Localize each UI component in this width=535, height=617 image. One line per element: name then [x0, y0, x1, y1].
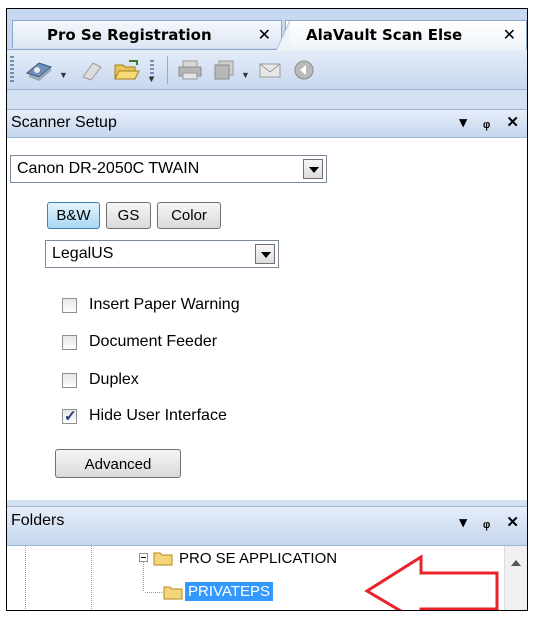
chevron-down-icon[interactable] [255, 244, 275, 264]
checkbox-label: Duplex [89, 371, 139, 388]
app-window: Pro Se Registration ✕ AlaVault Scan Else… [6, 8, 528, 611]
tab-alavault-scan-else[interactable]: AlaVault Scan Else ✕ [276, 20, 527, 50]
folder-icon [153, 552, 173, 566]
folder-item-pro-se-application[interactable]: PRO SE APPLICATION [179, 550, 337, 567]
paper-size-value: LegalUS [52, 245, 114, 262]
close-icon[interactable]: ✕ [506, 513, 519, 531]
pane-menu-icon[interactable]: ▾ [459, 513, 467, 531]
toolbar-separator [167, 56, 168, 84]
collapse-icon[interactable] [139, 553, 148, 562]
tree-line [91, 546, 92, 610]
checkbox-box[interactable] [62, 298, 77, 313]
pin-icon[interactable]: ᵩ [483, 514, 490, 531]
tree-line [145, 592, 163, 593]
pin-icon[interactable]: ᵩ [483, 114, 490, 131]
folder-item-privateps[interactable]: PRIVATEPS [185, 582, 273, 601]
scanner-select[interactable]: Canon DR-2050C TWAIN [10, 155, 327, 183]
checkbox-box[interactable]: ✓ [62, 408, 77, 425]
mode-gs-button[interactable]: GS [106, 202, 151, 229]
pane-controls: ▾ ᵩ ✕ [447, 513, 519, 531]
toolbar-overflow-icon[interactable]: ▼ [147, 74, 156, 84]
tab-close-icon[interactable]: ✕ [258, 25, 271, 44]
check-mark-icon: ✓ [64, 408, 77, 425]
folder-label: PRO SE APPLICATION [179, 550, 338, 567]
tab-label: AlaVault Scan Else [306, 26, 463, 44]
pane-controls: ▾ ᵩ ✕ [447, 113, 519, 131]
tab-label: Pro Se Registration [47, 26, 212, 44]
checkbox-label: Document Feeder [89, 333, 218, 350]
folders-header: Folders ▾ ᵩ ✕ [7, 506, 527, 546]
toolbar: ▼ ▼ ▼ [7, 50, 527, 90]
toolbar-grip[interactable] [10, 56, 14, 84]
scroll-up-icon[interactable] [511, 560, 521, 566]
checkbox-label: Hide User Interface [89, 407, 227, 424]
mail-icon[interactable] [257, 59, 283, 81]
folder-icon [163, 586, 183, 600]
mode-color-button[interactable]: Color [157, 202, 221, 229]
chevron-down-icon[interactable] [303, 159, 323, 179]
advanced-button[interactable]: Advanced [55, 449, 181, 478]
tab-strip: Pro Se Registration ✕ AlaVault Scan Else… [7, 9, 527, 50]
checkbox-box[interactable] [62, 373, 77, 388]
back-icon[interactable] [293, 59, 317, 81]
tree-line [25, 546, 26, 610]
scanner-setup-header: Scanner Setup ▾ ᵩ ✕ [7, 109, 527, 138]
close-icon[interactable]: ✕ [506, 113, 519, 131]
copy-icon[interactable] [211, 59, 237, 81]
tree-line [143, 560, 144, 592]
copy-dropdown-icon[interactable]: ▼ [241, 70, 250, 80]
eraser-icon[interactable] [79, 59, 105, 81]
open-folder-icon[interactable] [113, 59, 141, 81]
mode-bw-button[interactable]: B&W [47, 202, 100, 229]
checkbox-box[interactable] [62, 335, 77, 350]
tab-close-icon[interactable]: ✕ [503, 25, 516, 44]
scanner-select-value: Canon DR-2050C TWAIN [17, 160, 200, 177]
folder-label: PRIVATEPS [185, 582, 273, 601]
red-arrow-annotation [364, 554, 499, 610]
scanner-setup-panel: Canon DR-2050C TWAIN B&W GS Color LegalU… [7, 138, 527, 500]
pane-title: Scanner Setup [11, 114, 117, 131]
checkbox-label: Insert Paper Warning [89, 296, 240, 313]
tab-pro-se-registration[interactable]: Pro Se Registration ✕ [12, 20, 282, 48]
scan-dropdown-icon[interactable]: ▼ [59, 70, 68, 80]
pane-menu-icon[interactable]: ▾ [459, 113, 467, 131]
printer-icon[interactable] [177, 59, 203, 81]
pane-title: Folders [11, 512, 65, 529]
paper-size-select[interactable]: LegalUS [45, 240, 279, 268]
scan-icon[interactable] [25, 59, 55, 81]
